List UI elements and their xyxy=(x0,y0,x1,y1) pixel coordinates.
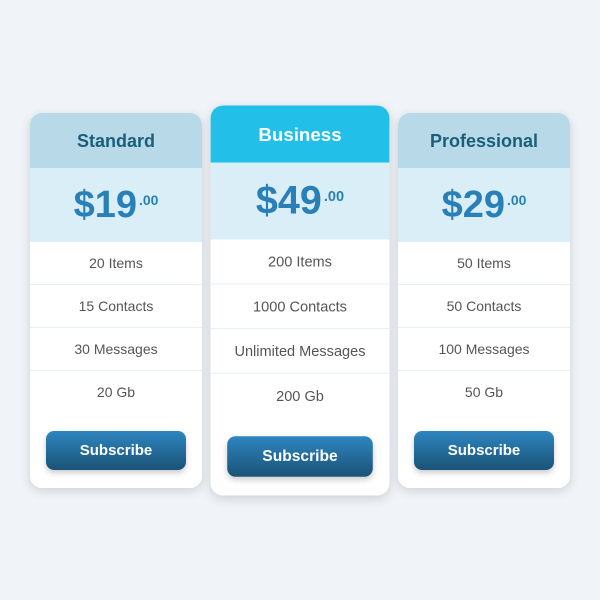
plan-card-business: Business $49.00 200 Items1000 ContactsUnli… xyxy=(211,105,390,495)
plan-header-standard: Standard xyxy=(30,113,202,168)
subscribe-button-professional[interactable]: Subscribe xyxy=(414,431,554,470)
price-cents-professional: .00 xyxy=(507,192,526,208)
plan-features-standard: 20 Items15 Contacts30 Messages20 Gb xyxy=(30,242,202,413)
feature-row-professional-0: 50 Items xyxy=(398,242,570,285)
plan-price-professional: $29.00 xyxy=(442,186,527,224)
plan-price-business: $49.00 xyxy=(256,181,344,221)
plan-card-standard: Standard $19.00 20 Items15 Contacts30 Mess… xyxy=(30,113,202,488)
feature-row-professional-3: 50 Gb xyxy=(398,371,570,413)
plan-title-standard: Standard xyxy=(40,131,192,152)
plan-price-standard: $19.00 xyxy=(74,186,159,224)
price-cents-business: .00 xyxy=(324,187,344,204)
plan-card-professional: Professional $29.00 50 Items50 Contacts100… xyxy=(398,113,570,488)
plan-price-section-business: $49.00 xyxy=(211,162,390,239)
subscribe-button-business[interactable]: Subscribe xyxy=(227,436,373,477)
price-main-business: $49 xyxy=(256,181,322,221)
feature-row-professional-1: 50 Contacts xyxy=(398,285,570,328)
price-main-standard: $19 xyxy=(74,186,137,224)
plan-footer-business: Subscribe xyxy=(211,417,390,495)
feature-row-standard-2: 30 Messages xyxy=(30,328,202,371)
plan-title-business: Business xyxy=(221,124,379,146)
feature-row-business-1: 1000 Contacts xyxy=(211,284,390,329)
subscribe-button-standard[interactable]: Subscribe xyxy=(46,431,186,470)
price-cents-standard: .00 xyxy=(139,192,158,208)
plan-header-professional: Professional xyxy=(398,113,570,168)
plan-header-business: Business xyxy=(211,105,390,162)
feature-row-standard-0: 20 Items xyxy=(30,242,202,285)
price-main-professional: $29 xyxy=(442,186,505,224)
plan-features-business: 200 Items1000 ContactsUnlimited Messages… xyxy=(211,239,390,417)
plan-features-professional: 50 Items50 Contacts100 Messages50 Gb xyxy=(398,242,570,413)
plan-price-section-standard: $19.00 xyxy=(30,168,202,242)
feature-row-business-2: Unlimited Messages xyxy=(211,329,390,374)
feature-row-professional-2: 100 Messages xyxy=(398,328,570,371)
feature-row-business-3: 200 Gb xyxy=(211,373,390,417)
feature-row-standard-1: 15 Contacts xyxy=(30,285,202,328)
plan-footer-standard: Subscribe xyxy=(30,413,202,488)
feature-row-business-0: 200 Items xyxy=(211,239,390,284)
plan-price-section-professional: $29.00 xyxy=(398,168,570,242)
pricing-table: Standard$19.0020 Items15 Contacts30 Mess… xyxy=(10,93,590,508)
plan-footer-professional: Subscribe xyxy=(398,413,570,488)
feature-row-standard-3: 20 Gb xyxy=(30,371,202,413)
plan-title-professional: Professional xyxy=(408,131,560,152)
